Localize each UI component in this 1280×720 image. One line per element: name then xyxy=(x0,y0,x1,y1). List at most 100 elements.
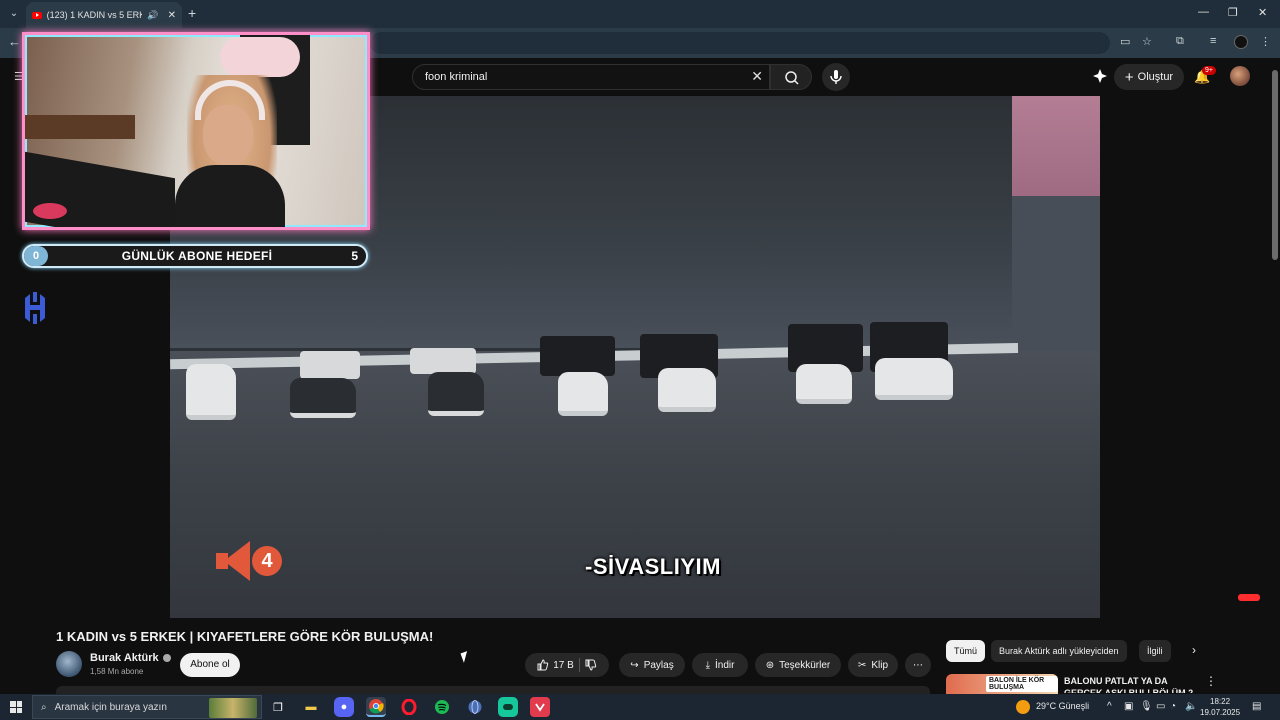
video-shoe xyxy=(875,358,953,400)
search-input[interactable]: foon kriminal ✕ xyxy=(412,64,770,90)
minimize-icon[interactable]: — xyxy=(1198,6,1209,18)
screen: ⌄ (123) 1 KADIN vs 5 ERKEK | KIYAFETLERE… xyxy=(0,0,1280,720)
plus-icon: + xyxy=(1124,68,1134,86)
taskbar-search-input[interactable]: ⌕ Aramak için buraya yazın xyxy=(32,695,262,719)
video-title: 1 KADIN vs 5 ERKEK | KIYAFETLERE GÖRE KÖ… xyxy=(56,629,434,644)
subscribe-button[interactable]: Abone ol xyxy=(180,653,240,677)
goal-end-value: 5 xyxy=(351,249,358,263)
audio-playing-icon[interactable]: 🔊 xyxy=(147,10,158,21)
account-avatar[interactable] xyxy=(1230,66,1250,86)
more-horizontal-icon: ⋯ xyxy=(913,659,923,671)
chip-related[interactable]: İlgili xyxy=(1139,640,1171,662)
video-shoe xyxy=(658,368,716,412)
app-globe-icon[interactable] xyxy=(465,697,485,717)
restore-icon[interactable]: ❐ xyxy=(1228,6,1238,19)
search-button[interactable] xyxy=(770,64,812,90)
clip-button[interactable]: ✂ Klip xyxy=(848,653,898,677)
taskbar-clock[interactable]: 18:22 19.07.2025 xyxy=(1200,696,1240,718)
download-button[interactable]: ⤓ İndir xyxy=(692,653,748,677)
share-button[interactable]: ↪ Paylaş xyxy=(619,653,685,677)
tray-display-icon[interactable]: ▭ xyxy=(1156,701,1165,712)
tab-search-icon[interactable]: ⌄ xyxy=(6,6,22,22)
tray-network-icon[interactable]: ▣ xyxy=(1124,701,1133,712)
media-control-icon[interactable]: ≡ xyxy=(1210,35,1216,47)
subscriber-goal-bar: 0 GÜNLÜK ABONE HEDEFİ 5 xyxy=(22,244,368,268)
tray-wifi-icon[interactable]: ◔ xyxy=(1170,701,1176,712)
video-leg xyxy=(410,348,476,374)
cast-icon[interactable]: ▭ xyxy=(1120,35,1130,48)
clear-search-icon[interactable]: ✕ xyxy=(751,68,763,85)
check-mark-icon xyxy=(535,703,545,712)
video-shoe xyxy=(186,364,236,420)
chrome-icon[interactable] xyxy=(366,697,386,717)
more-menu-icon[interactable]: ⋮ xyxy=(1260,35,1271,48)
tray-chevron-up-icon[interactable]: ^ xyxy=(1107,701,1112,712)
game-controller-icon xyxy=(503,704,513,710)
extensions-icon[interactable]: ⧉ xyxy=(1176,35,1184,48)
file-explorer-icon[interactable]: ▬ xyxy=(301,697,321,717)
thumbnail-text: BALON İLE KÖR BULUŞMA xyxy=(986,676,1058,692)
page-scrollbar[interactable] xyxy=(1270,58,1280,692)
share-label: Paylaş xyxy=(643,659,674,671)
scissors-icon: ✂ xyxy=(857,659,867,671)
more-actions-button[interactable]: ⋯ xyxy=(905,653,931,677)
weather-text[interactable]: 29°C Güneşli xyxy=(1036,701,1089,711)
download-label: İndir xyxy=(714,659,735,671)
thanks-icon: ⊛ xyxy=(765,659,775,671)
download-icon: ⤓ xyxy=(705,659,710,671)
clock-time: 18:22 xyxy=(1210,697,1231,706)
youtube-favicon-icon xyxy=(32,11,42,19)
address-bar[interactable] xyxy=(370,32,1110,54)
voice-search-button[interactable] xyxy=(822,63,850,91)
tab-close-icon[interactable]: ✕ xyxy=(168,10,176,21)
recommendation-menu-icon[interactable]: ⋮ xyxy=(1205,674,1217,688)
tray-microphone-icon[interactable]: 🎙 xyxy=(1140,701,1153,712)
verified-check-icon xyxy=(162,654,171,662)
clock-date: 19.07.2025 xyxy=(1200,708,1241,717)
search-highlight-image[interactable] xyxy=(209,698,257,718)
browser-tab[interactable]: (123) 1 KADIN vs 5 ERKEK | KIYAFETLERE G… xyxy=(26,2,182,28)
gemini-sparkle-icon[interactable] xyxy=(1092,68,1108,84)
goal-label: GÜNLÜK ABONE HEDEFİ xyxy=(121,249,273,263)
chrome-logo-icon xyxy=(369,699,384,714)
windows-start-icon[interactable] xyxy=(10,701,22,713)
webcam-overlay xyxy=(22,32,370,230)
video-wall xyxy=(1012,96,1100,196)
tab-title: (123) 1 KADIN vs 5 ERKEK | KIYAFETLERE G… xyxy=(46,10,143,20)
like-dislike-group: 17 B xyxy=(525,653,609,677)
app-green-icon[interactable] xyxy=(498,697,518,717)
recommendation-title[interactable]: BALONU PATLAT YA DA GERÇEK AŞKI BUL! BÖL… xyxy=(1064,675,1194,693)
windows-taskbar: ⌕ Aramak için buraya yazın ❐ ▬ ● 29°C Gü… xyxy=(0,694,1280,720)
opera-icon[interactable] xyxy=(399,697,419,717)
channel-name-link[interactable]: Burak Aktürk xyxy=(90,652,171,664)
chip-all[interactable]: Tümü xyxy=(946,640,986,662)
notification-badge: 9+ xyxy=(1202,66,1216,75)
close-window-icon[interactable]: ✕ xyxy=(1258,6,1267,19)
scrollbar-thumb[interactable] xyxy=(1272,70,1278,260)
bookmark-star-icon[interactable]: ☆ xyxy=(1142,35,1152,48)
task-view-icon[interactable]: ❐ xyxy=(268,697,288,717)
recommendation-thumbnail[interactable]: BALON İLE KÖR BULUŞMA xyxy=(946,674,1058,694)
like-button[interactable]: 17 B xyxy=(537,659,574,671)
back-arrow-icon[interactable]: ← xyxy=(8,34,21,49)
app-red-icon[interactable] xyxy=(530,697,550,717)
chip-uploader[interactable]: Burak Aktürk adlı yükleyiciden xyxy=(991,640,1127,662)
profile-icon[interactable] xyxy=(1234,35,1248,49)
discord-icon[interactable]: ● xyxy=(334,697,354,717)
new-tab-icon[interactable]: + xyxy=(188,5,196,21)
miniplayer-icon[interactable] xyxy=(1238,594,1260,601)
create-button[interactable]: + Oluştur xyxy=(1114,64,1184,90)
tray-volume-icon[interactable]: 🔈 xyxy=(1185,701,1197,712)
description-box[interactable] xyxy=(56,686,930,694)
notification-center-icon[interactable]: ▤ xyxy=(1252,701,1261,712)
subscriber-count: 1,58 Mn abone xyxy=(90,667,144,676)
video-shoe xyxy=(558,372,608,416)
video-shoe xyxy=(290,378,356,418)
thanks-button[interactable]: ⊛ Teşekkürler xyxy=(755,653,841,677)
taskbar-search-placeholder: Aramak için buraya yazın xyxy=(54,701,167,713)
weather-sun-icon[interactable] xyxy=(1016,700,1030,714)
spotify-icon[interactable] xyxy=(432,697,452,717)
thumbs-down-icon[interactable] xyxy=(585,659,597,671)
chevron-right-icon[interactable]: › xyxy=(1192,643,1196,657)
channel-avatar[interactable] xyxy=(56,651,82,677)
